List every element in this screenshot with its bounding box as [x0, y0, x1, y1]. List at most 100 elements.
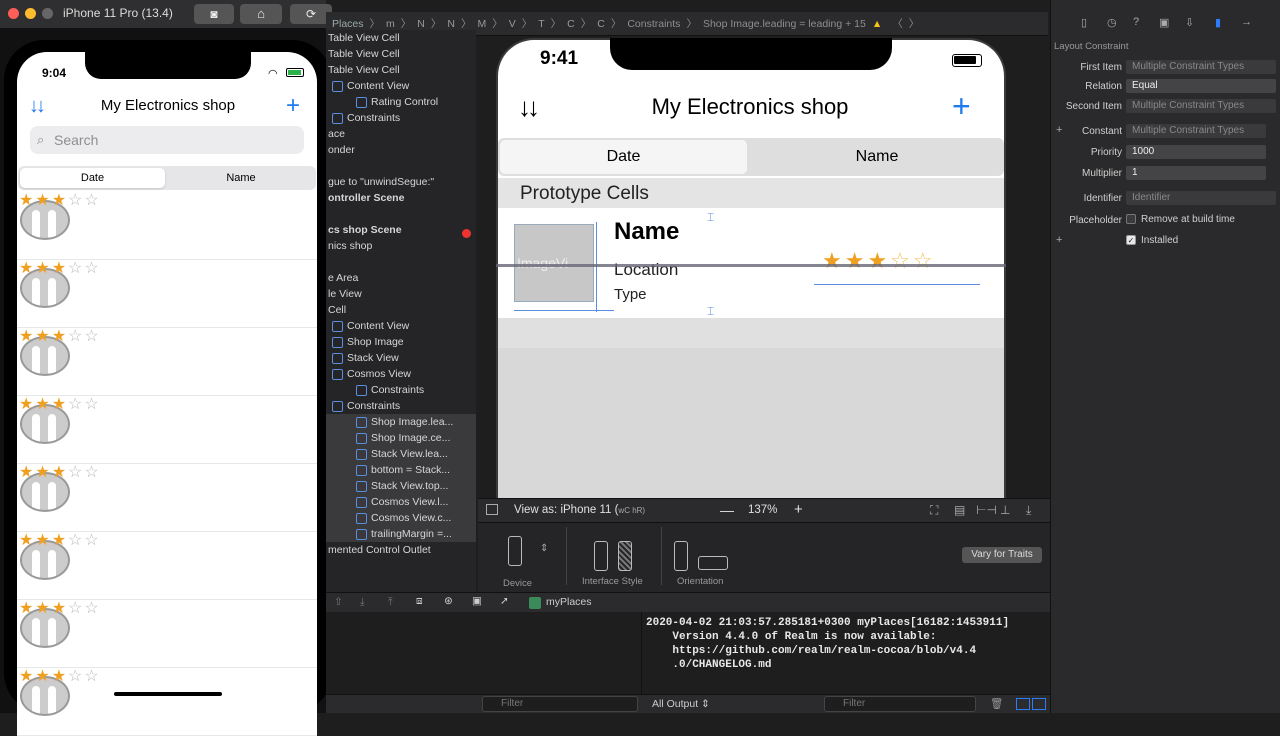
breadcrumb-t[interactable]: T [538, 18, 544, 30]
cell-name-label[interactable]: Name [614, 218, 679, 246]
left-pane-toggle-icon[interactable] [1016, 698, 1030, 710]
cosmos-rating-view[interactable]: ★★★☆☆ [822, 248, 936, 274]
preview-sort-icon[interactable]: ↓↓ [518, 92, 540, 123]
place-row[interactable]: ★★★☆☆ [17, 464, 317, 532]
breadcrumb-v[interactable]: V [509, 18, 516, 30]
portrait-icon[interactable] [674, 541, 688, 571]
connections-inspector-icon[interactable]: → [1241, 16, 1252, 28]
outline-item[interactable] [326, 158, 476, 174]
breadcrumb-constraint[interactable]: Shop Image.leading = leading + 15 [703, 18, 866, 30]
update-frames-icon[interactable]: ⛶ [930, 503, 938, 518]
step-over-icon[interactable]: ⇧ [334, 596, 343, 608]
console-filter[interactable]: Filter [824, 696, 976, 712]
outline-item[interactable]: e Area [326, 270, 476, 286]
segment-name[interactable]: Name [168, 168, 314, 188]
outline-item[interactable]: Cosmos View.c... [326, 510, 476, 526]
back-arrow-icon[interactable]: 〈 [892, 16, 903, 31]
outline-item[interactable]: Shop Image.lea... [326, 414, 476, 430]
embed-in-icon[interactable]: ▤ [954, 503, 965, 517]
variables-filter[interactable]: Filter [482, 696, 638, 712]
view-hierarchy-icon[interactable]: ⧈ [416, 595, 423, 608]
sort-icon[interactable]: ↓↓ [29, 95, 46, 118]
vary-for-traits-button[interactable]: Vary for Traits [962, 547, 1042, 563]
outline-item[interactable]: Content View [326, 318, 476, 334]
outline-item[interactable]: Shop Image [326, 334, 476, 350]
step-into-icon[interactable]: ⤓ [360, 596, 365, 609]
outline-item[interactable]: Stack View.lea... [326, 446, 476, 462]
home-button[interactable]: ⌂ [240, 4, 282, 24]
cell-type-label[interactable]: Type [614, 286, 647, 303]
identity-inspector-icon[interactable]: ▣ [1159, 16, 1169, 29]
place-row[interactable]: ★★★☆☆ [17, 328, 317, 396]
outline-item[interactable]: ace [326, 126, 476, 142]
outline-item[interactable]: Shop Image.ce... [326, 430, 476, 446]
outline-item[interactable]: Cosmos View.l... [326, 494, 476, 510]
place-row[interactable]: ★★★☆☆ [17, 260, 317, 328]
outline-item[interactable]: Stack View.top... [326, 478, 476, 494]
outline-item[interactable]: bottom = Stack... [326, 462, 476, 478]
outline-item[interactable]: ontroller Scene [326, 190, 476, 206]
shop-image-view[interactable]: ImageVi [514, 224, 594, 302]
priority-field[interactable]: 1000 [1126, 145, 1266, 159]
forward-arrow-icon[interactable]: 〉 [909, 16, 920, 31]
outline-item[interactable]: cs shop Scene [326, 222, 476, 238]
resolve-issues-icon[interactable]: ⤓ [1026, 503, 1031, 518]
preview-add-button[interactable]: + [952, 88, 971, 125]
outline-item[interactable]: mented Control Outlet [326, 542, 476, 558]
place-row[interactable]: ★★★☆☆ [17, 668, 317, 736]
place-row[interactable]: ★★★☆☆ [17, 532, 317, 600]
cell-location-label[interactable]: Location [614, 260, 678, 280]
view-as-label[interactable]: View as: iPhone 11 (wC hR) [514, 504, 645, 516]
scheme-name[interactable]: myPlaces [546, 596, 592, 608]
outline-item[interactable]: onder [326, 142, 476, 158]
landscape-icon[interactable] [698, 556, 728, 570]
installed-checkbox[interactable]: ✓ [1126, 235, 1136, 245]
outline-item[interactable] [326, 254, 476, 270]
outline-item[interactable]: Cell [326, 302, 476, 318]
dark-mode-icon[interactable] [618, 541, 632, 571]
add-place-button[interactable]: + [286, 92, 300, 120]
zoom-out-button[interactable]: — [720, 502, 734, 518]
environment-overrides-icon[interactable]: ▣ [472, 595, 482, 607]
location-icon[interactable]: ➚ [500, 595, 509, 607]
console-output[interactable]: 2020-04-02 21:03:57.285181+0300 myPlaces… [644, 612, 1050, 694]
minimize-window-icon[interactable] [25, 8, 36, 19]
first-item-field[interactable]: Multiple Constraint Types [1126, 60, 1276, 74]
zoom-in-button[interactable]: + [794, 501, 803, 518]
light-mode-icon[interactable] [594, 541, 608, 571]
breadcrumb-m[interactable]: m [386, 18, 395, 30]
segment-date[interactable]: Date [20, 168, 165, 188]
zoom-window-icon[interactable] [42, 8, 53, 19]
warning-icon[interactable]: ▲ [872, 18, 882, 30]
preview-segment-name[interactable]: Name [752, 140, 1002, 174]
breadcrumb-constraints[interactable]: Constraints [627, 18, 680, 30]
right-pane-toggle-icon[interactable] [1032, 698, 1046, 710]
outline-item[interactable]: nics shop [326, 238, 476, 254]
sidebar-toggle-icon[interactable] [486, 504, 498, 515]
selected-constraint-line[interactable] [496, 264, 1006, 267]
breadcrumb-places[interactable]: Places [332, 18, 364, 30]
relation-select[interactable]: Equal [1126, 79, 1276, 93]
sort-segmented-control[interactable]: Date Name [18, 166, 316, 190]
multiplier-field[interactable]: 1 [1126, 166, 1266, 180]
memory-graph-icon[interactable]: ⊛ [444, 595, 453, 607]
trash-icon[interactable]: 🗑 [990, 697, 1003, 710]
breadcrumb-m2[interactable]: M [477, 18, 486, 30]
outline-item[interactable]: Constraints [326, 110, 476, 126]
breadcrumb-c2[interactable]: C [597, 18, 605, 30]
remove-at-build-checkbox[interactable] [1126, 214, 1136, 224]
outline-item[interactable]: Table View Cell [326, 30, 476, 46]
second-item-field[interactable]: Multiple Constraint Types [1126, 99, 1276, 113]
outline-item[interactable]: gue to "unwindSegue:" [326, 174, 476, 190]
device-chevron-icon[interactable]: ⇕ [540, 543, 548, 554]
breadcrumb-n2[interactable]: N [447, 18, 455, 30]
preview-segment-date[interactable]: Date [500, 140, 747, 174]
place-row[interactable]: ★★★☆☆ [17, 192, 317, 260]
add-installed-variation-icon[interactable]: + [1056, 234, 1062, 246]
output-selector[interactable]: All Output ⇕ [652, 698, 710, 710]
help-inspector-icon[interactable]: ? [1133, 16, 1139, 28]
outline-item[interactable]: Constraints [326, 398, 476, 414]
step-out-icon[interactable]: ⤒ [388, 596, 393, 609]
attributes-inspector-icon[interactable]: ⇩ [1185, 16, 1194, 29]
outline-item[interactable]: Stack View [326, 350, 476, 366]
